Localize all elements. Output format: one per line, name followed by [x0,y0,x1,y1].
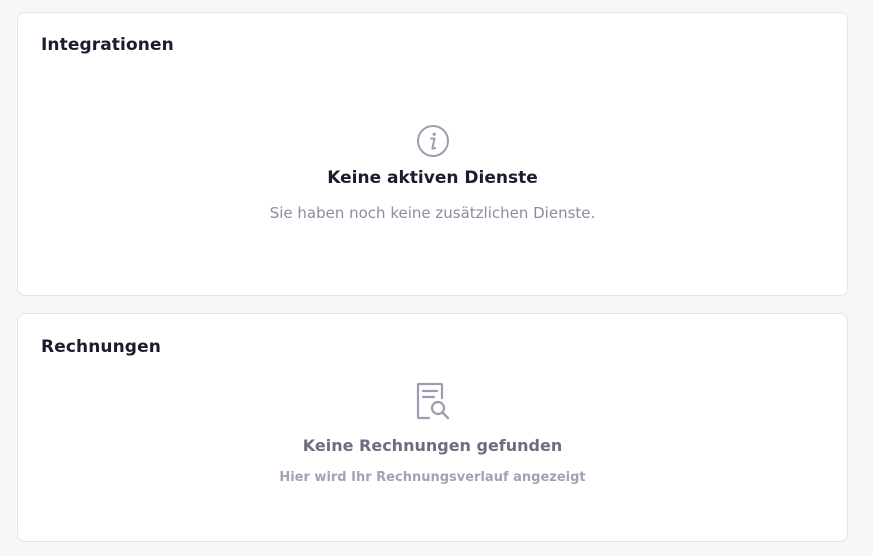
invoices-title: Rechnungen [41,337,161,357]
document-search-icon [415,382,451,422]
info-circle-icon [416,124,450,158]
invoices-card: Rechnungen Keine Rechnungen gefunden Hie… [17,313,848,542]
invoices-empty-title: Keine Rechnungen gefunden [302,436,563,455]
integrations-empty-title: Keine aktiven Dienste [327,168,538,188]
invoices-empty-text: Hier wird Ihr Rechnungsverlauf angezeigt [279,470,586,485]
integrations-card: Integrationen Keine aktiven Dienste Sie … [17,12,848,296]
integrations-title: Integrationen [41,35,174,55]
integrations-empty-text: Sie haben noch keine zusätzlichen Dienst… [269,204,596,222]
